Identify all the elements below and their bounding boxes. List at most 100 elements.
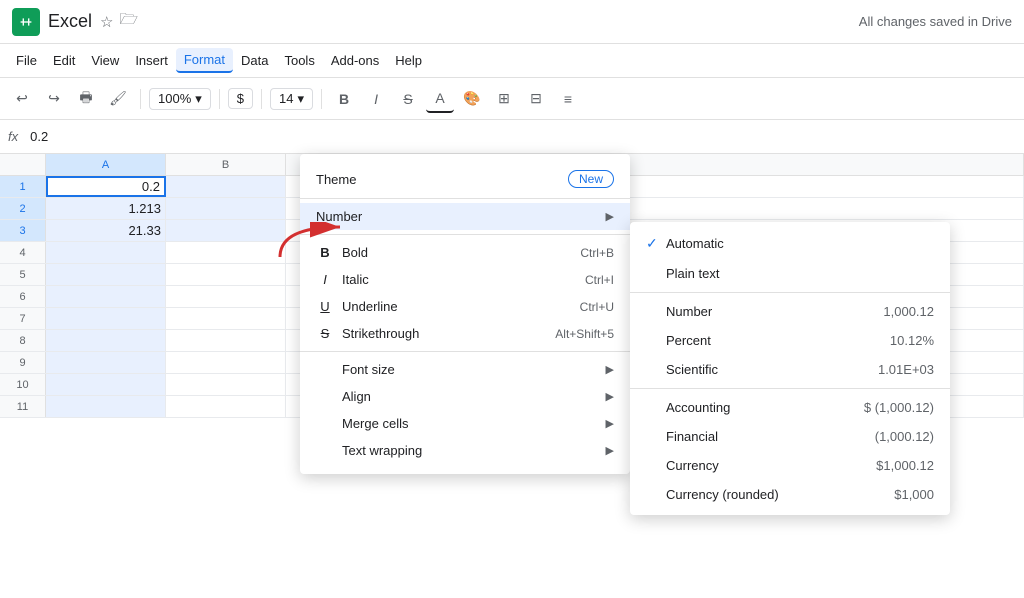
cell-b4[interactable] [166, 242, 286, 263]
table-row: 5 [0, 264, 1024, 286]
toolbar: ↩ ↪ 🖶 🖌 100% ▾ $ 14 ▾ B I S A 🎨 ⊞ ⊟ ≡ [0, 78, 1024, 120]
cell-b3[interactable] [166, 220, 286, 241]
menu-edit[interactable]: Edit [45, 49, 83, 72]
text-wrapping-submenu-arrow-icon: ▶ [606, 444, 614, 457]
strikethrough-button[interactable]: S [394, 85, 422, 113]
sheet-rows: 1 0.2 2 1.213 3 21.33 4 5 [0, 176, 1024, 418]
cell-rest-10 [286, 374, 1024, 395]
cell-b7[interactable] [166, 308, 286, 329]
fill-color-button[interactable]: 🎨 [458, 85, 486, 113]
row-num-6: 6 [0, 286, 46, 307]
bold-button[interactable]: B [330, 85, 358, 113]
cell-b10[interactable] [166, 374, 286, 395]
table-row: 2 1.213 [0, 198, 1024, 220]
cell-a2[interactable]: 1.213 [46, 198, 166, 219]
row-num-header-corner [0, 154, 46, 175]
divider-1 [140, 89, 141, 109]
text-wrapping-label: Text wrapping [342, 443, 598, 458]
cell-b5[interactable] [166, 264, 286, 285]
cell-a9[interactable] [46, 352, 166, 373]
zoom-value: 100% [158, 91, 191, 106]
undo-button[interactable]: ↩ [8, 85, 36, 113]
cell-a10[interactable] [46, 374, 166, 395]
title-bar: Excel ☆ 🗁 All changes saved in Drive [0, 0, 1024, 44]
app-title: Excel [48, 11, 92, 32]
menu-view[interactable]: View [83, 49, 127, 72]
row-num-4: 4 [0, 242, 46, 263]
paint-format-button[interactable]: 🖌 [104, 85, 132, 113]
currency-button[interactable]: $ [228, 88, 253, 109]
cell-rest-3 [286, 220, 1024, 241]
cell-rest-1 [286, 176, 1024, 197]
zoom-selector[interactable]: 100% ▾ [149, 88, 211, 110]
format-menu-item-text-wrapping[interactable]: Text wrapping ▶ [300, 437, 630, 464]
print-button[interactable]: 🖶 [72, 85, 100, 113]
merge-button[interactable]: ⊟ [522, 85, 550, 113]
cell-a7[interactable] [46, 308, 166, 329]
table-row: 7 [0, 308, 1024, 330]
submenu-item-currency[interactable]: Currency $1,000.12 [630, 451, 950, 480]
cell-a8[interactable] [46, 330, 166, 351]
col-header-a[interactable]: A [46, 154, 166, 175]
cell-b9[interactable] [166, 352, 286, 373]
cell-a5[interactable] [46, 264, 166, 285]
row-num-5: 5 [0, 264, 46, 285]
cell-rest-2 [286, 198, 1024, 219]
cell-a3[interactable]: 21.33 [46, 220, 166, 241]
cell-b1[interactable] [166, 176, 286, 197]
divider-4 [321, 89, 322, 109]
cell-a11[interactable] [46, 396, 166, 417]
col-header-b[interactable]: B [166, 154, 286, 175]
divider-3 [261, 89, 262, 109]
cell-b11[interactable] [166, 396, 286, 417]
table-row: 8 [0, 330, 1024, 352]
cell-a6[interactable] [46, 286, 166, 307]
borders-button[interactable]: ⊞ [490, 85, 518, 113]
row-num-11: 11 [0, 396, 46, 417]
cell-rest-5 [286, 264, 1024, 285]
zoom-chevron-icon: ▾ [195, 91, 202, 107]
menu-format[interactable]: Format [176, 48, 233, 73]
cell-rest-11 [286, 396, 1024, 417]
table-row: 6 [0, 286, 1024, 308]
more-button[interactable]: ≡ [554, 85, 582, 113]
cell-rest-7 [286, 308, 1024, 329]
menu-help[interactable]: Help [387, 49, 430, 72]
cell-b6[interactable] [166, 286, 286, 307]
row-num-2: 2 [0, 198, 46, 219]
redo-button[interactable]: ↪ [40, 85, 68, 113]
toolbar-right: B I S A 🎨 ⊞ ⊟ ≡ [330, 85, 582, 113]
sheet-area: A B 1 0.2 2 1.213 3 21.33 4 [0, 154, 1024, 598]
divider-2 [219, 89, 220, 109]
cell-a1[interactable]: 0.2 [46, 176, 166, 197]
row-num-3: 3 [0, 220, 46, 241]
merge-cells-submenu-arrow-icon: ▶ [606, 417, 614, 430]
star-icon[interactable]: ☆ [100, 13, 113, 31]
col-header-rest [286, 154, 1024, 175]
folder-icon[interactable]: 🗁 [119, 9, 138, 34]
underline-button[interactable]: A [426, 85, 454, 113]
table-row: 11 [0, 396, 1024, 418]
menu-bar: File Edit View Insert Format Data Tools … [0, 44, 1024, 78]
menu-file[interactable]: File [8, 49, 45, 72]
cell-rest-6 [286, 286, 1024, 307]
cell-b8[interactable] [166, 330, 286, 351]
italic-button[interactable]: I [362, 85, 390, 113]
menu-insert[interactable]: Insert [127, 49, 176, 72]
drive-status: All changes saved in Drive [859, 14, 1012, 29]
menu-tools[interactable]: Tools [276, 49, 322, 72]
submenu-item-currency-rounded[interactable]: Currency (rounded) $1,000 [630, 480, 950, 509]
menu-addons[interactable]: Add-ons [323, 49, 387, 72]
font-size-value: 14 [279, 91, 293, 106]
cell-a4[interactable] [46, 242, 166, 263]
col-headers: A B [0, 154, 1024, 176]
currency-rounded-value: $1,000 [894, 487, 934, 502]
font-size-selector[interactable]: 14 ▾ [270, 88, 313, 110]
table-row: 4 [0, 242, 1024, 264]
formula-value[interactable]: 0.2 [30, 129, 48, 144]
submenu-item-financial[interactable]: Financial (1,000.12) [630, 422, 950, 451]
formula-bar: fx 0.2 [0, 120, 1024, 154]
cell-b2[interactable] [166, 198, 286, 219]
menu-data[interactable]: Data [233, 49, 276, 72]
financial-label: Financial [666, 429, 875, 444]
